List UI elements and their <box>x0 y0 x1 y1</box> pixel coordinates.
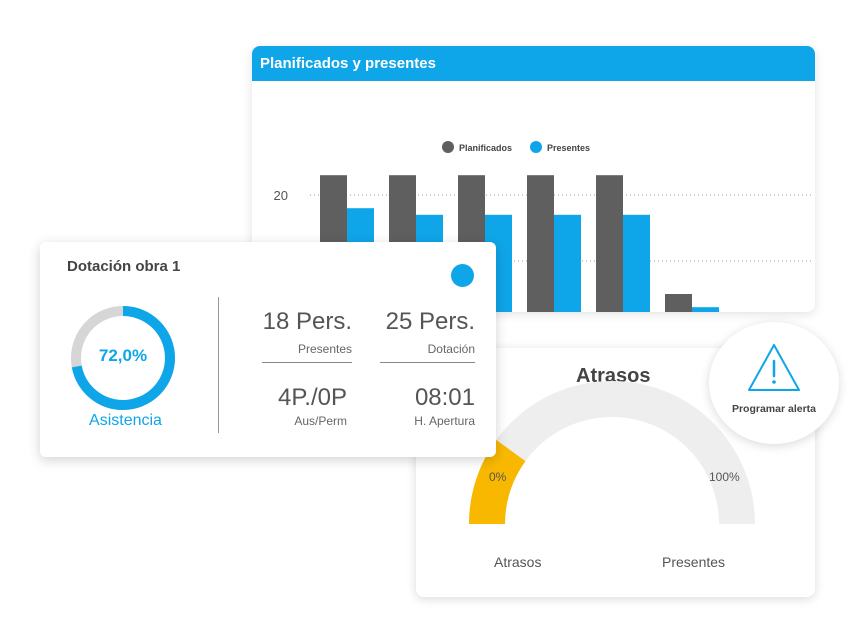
gauge-legend-atrasos: Atrasos <box>494 554 542 570</box>
legend-marker-planificados <box>442 141 454 153</box>
bar-planificados <box>596 175 623 312</box>
y-tick-label: 20 <box>274 188 288 203</box>
legend-label-planificados: Planificados <box>459 143 512 153</box>
dotacion-card: Dotación obra 1 72,0% Asistencia 18 Pers… <box>40 242 496 457</box>
stat-dotacion: 25 Pers. Dotación <box>380 308 475 363</box>
presentes-value: 18 Pers. <box>262 308 352 335</box>
aus-perm-label: Aus/Perm <box>294 414 347 428</box>
bar-presentes <box>623 214 650 312</box>
presentes-underline <box>262 362 352 363</box>
dotacion-title: Dotación obra 1 <box>67 258 181 275</box>
apertura-label: H. Apertura <box>414 414 475 428</box>
bar-planificados <box>665 294 692 312</box>
asistencia-value: 72,0% <box>98 346 148 365</box>
programar-alerta-button[interactable]: Programar alerta <box>709 322 839 444</box>
aus-perm-value: 4P./0P <box>278 384 347 411</box>
chart-card-title: Planificados y presentes <box>252 46 815 81</box>
bar-presentes <box>692 307 719 312</box>
apertura-value: 08:01 <box>414 384 475 411</box>
presentes-label: Presentes <box>297 342 352 356</box>
warning-triangle-icon <box>748 344 800 391</box>
gauge-max-label: 100% <box>709 470 740 484</box>
programar-alerta-label: Programar alerta <box>731 403 817 415</box>
dotacion-label: Dotación <box>427 342 475 356</box>
gauge-fill-atrasos <box>469 439 526 525</box>
gauge-min-label: 0% <box>489 470 507 484</box>
stat-apertura: 08:01 H. Apertura <box>380 384 475 428</box>
legend-label-presentes: Presentes <box>547 143 590 153</box>
bar-presentes <box>554 214 581 312</box>
asistencia-label: Asistencia <box>89 412 162 429</box>
status-dot <box>451 264 474 287</box>
stat-aus-perm: 4P./0P Aus/Perm <box>262 384 347 428</box>
dotacion-underline <box>380 362 475 363</box>
stat-presentes: 18 Pers. Presentes <box>262 308 352 363</box>
divider <box>218 297 219 433</box>
dotacion-value: 25 Pers. <box>385 308 475 335</box>
legend-marker-presentes <box>530 141 542 153</box>
chart-legend: Planificados Presentes <box>442 141 590 153</box>
gauge-legend-presentes: Presentes <box>662 554 726 570</box>
bar-planificados <box>527 175 554 312</box>
